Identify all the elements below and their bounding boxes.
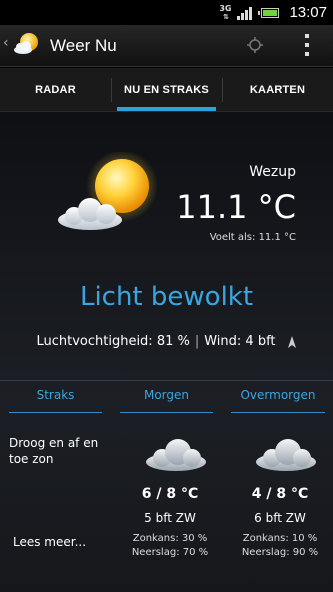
- forecast-temp-overmorgen: 4 / 8 °C: [251, 486, 309, 502]
- forecast-header-underline: [9, 412, 102, 413]
- forecast-header-morgen[interactable]: Morgen: [120, 388, 213, 402]
- details-separator: |: [194, 334, 200, 349]
- forecast-header-underline: [120, 412, 213, 413]
- app-logo-icon[interactable]: [12, 31, 42, 57]
- location-target-icon[interactable]: [246, 36, 264, 54]
- forecast-header-straks[interactable]: Straks: [9, 388, 102, 402]
- forecast-header-underline: [231, 412, 325, 413]
- sun-with-cloud-icon: [58, 152, 158, 230]
- tab-nu-en-straks[interactable]: NU EN STRAKS: [111, 68, 222, 111]
- status-bar: 3G ⇅ 13:07: [0, 0, 333, 25]
- overflow-menu-icon[interactable]: [300, 34, 314, 56]
- tab-bar: RADAR NU EN STRAKS KAARTEN: [0, 68, 333, 112]
- tab-kaarten[interactable]: KAARTEN: [222, 68, 333, 111]
- feels-like: Voelt als: 11.1 °C: [209, 232, 296, 243]
- main-content: Wezup 11.1 °C Voelt als: 11.1 °C Licht b…: [0, 112, 333, 592]
- section-divider: [0, 380, 333, 381]
- signal-strength-icon: [237, 6, 253, 20]
- forecast-sun-overmorgen: Zonkans: 10 %: [242, 533, 318, 544]
- current-temperature: 11.1 °C: [176, 188, 296, 226]
- cloud-icon: [146, 439, 206, 471]
- status-time: 13:07: [289, 4, 327, 21]
- forecast-sun-morgen: Zonkans: 30 %: [132, 533, 208, 544]
- weather-details: Luchtvochtigheid: 81 % | Wind: 4 bft: [0, 334, 333, 349]
- action-bar: ‹ Weer Nu: [0, 25, 333, 67]
- weather-condition: Licht bewolkt: [79, 282, 254, 312]
- forecast-wind-morgen: 5 bft ZW: [144, 511, 196, 525]
- humidity-value: Luchtvochtigheid: 81 %: [36, 334, 190, 349]
- cloud-icon: [256, 439, 316, 471]
- wind-value: Wind: 4 bft: [204, 334, 276, 349]
- forecast-wind-overmorgen: 6 bft ZW: [254, 511, 306, 525]
- forecast-rain-morgen: Neerslag: 70 %: [131, 547, 209, 558]
- battery-icon: [258, 7, 280, 18]
- forecast-rain-overmorgen: Neerslag: 90 %: [241, 547, 319, 558]
- back-chevron-icon[interactable]: ‹: [3, 35, 9, 51]
- network-3g-icon: 3G ⇅: [219, 3, 232, 21]
- straks-description: Droog en af en toe zon: [9, 436, 99, 466]
- app-title: Weer Nu: [50, 36, 117, 55]
- location-name: Wezup: [249, 164, 296, 180]
- wind-direction-icon: [287, 335, 296, 348]
- forecast-temp-morgen: 6 / 8 °C: [141, 486, 199, 502]
- tab-radar[interactable]: RADAR: [0, 68, 111, 111]
- forecast-header-overmorgen[interactable]: Overmorgen: [231, 388, 325, 402]
- read-more-link[interactable]: Lees meer...: [13, 535, 86, 549]
